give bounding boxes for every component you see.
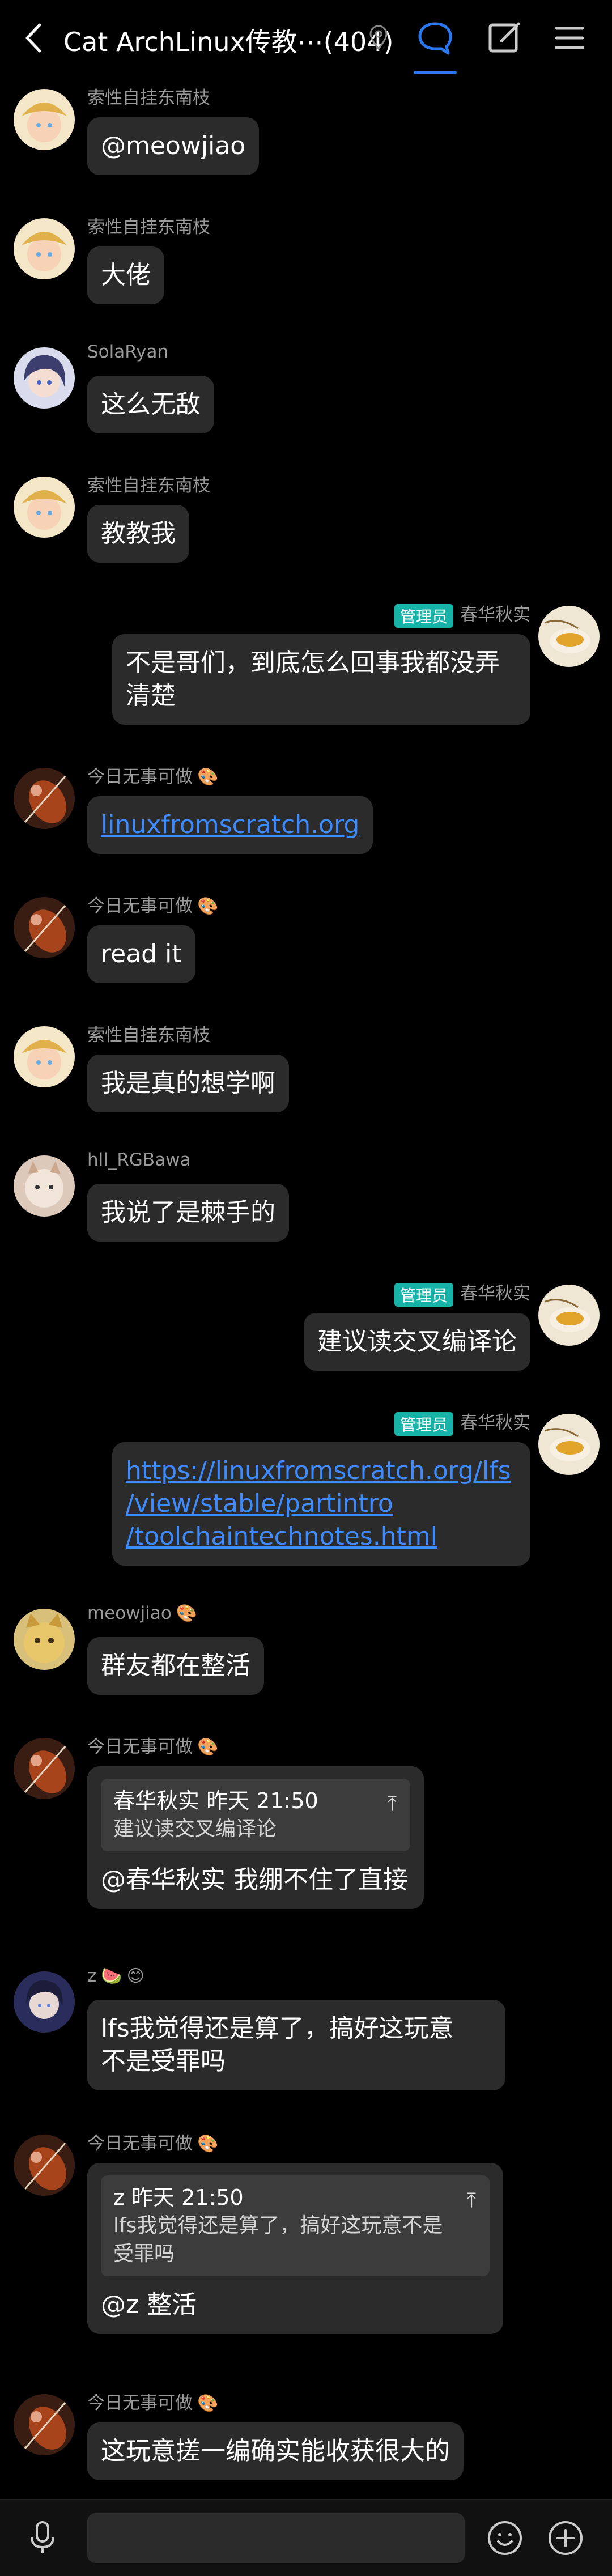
message-link[interactable]: /toolchaintechnotes.html [126,1520,517,1553]
message-link[interactable]: linuxfromscratch.org [101,810,359,839]
avatar[interactable] [14,477,75,538]
message-bubble[interactable]: z 昨天 21:50 lfs我觉得还是算了，搞好这玩意不是 受罪吗 ⤒ @z 整… [87,2163,503,2334]
quoted-message[interactable]: z 昨天 21:50 lfs我觉得还是算了，搞好这玩意不是 受罪吗 ⤒ [101,2175,490,2276]
quote-text: lfs我觉得还是算了，搞好这玩意不是 [113,2214,443,2237]
message-bubble[interactable]: 群友都在整活 [87,1637,264,1695]
quote-text: 受罪吗 [113,2242,175,2265]
menu-icon[interactable] [550,18,589,58]
sticker-icon: 🎨 [197,2394,219,2413]
input-bar [0,2499,612,2576]
message-bubble[interactable]: read it [87,925,196,983]
avatar[interactable] [14,1738,75,1799]
chat-title[interactable]: Cat ArchLinux传教⋯(404) [63,22,393,59]
message-bubble[interactable]: lfs我觉得还是算了，搞好这玩意 不是受罪吗 [87,2000,505,2090]
back-icon[interactable] [17,18,51,58]
sticker-icon: 🎨 [197,896,219,916]
sender-name: 管理员 春华秋实 [394,1408,530,1436]
avatar[interactable] [538,1285,600,1346]
sticker-icon: 🎨 [176,1604,198,1623]
jump-to-message-icon[interactable]: ⤒ [467,2184,476,2217]
sender-name: SolaRyan [87,342,169,362]
message-bubble[interactable]: linuxfromscratch.org [87,796,373,854]
sender-name: 今日无事可做 🎨 [87,767,219,787]
sender-name: z 🍉 😊 [87,1966,144,1986]
admin-badge: 管理员 [394,603,453,628]
plus-icon[interactable] [545,2518,586,2558]
avatar[interactable] [538,606,600,667]
sticker-icon: 😊 [126,1966,144,1986]
sender-name: 管理员 春华秋实 [394,600,530,628]
sender-name: 索性自挂东南枝 [87,217,210,237]
message-bubble[interactable]: @meowjiao [87,117,260,175]
sender-name: meowjiao 🎨 [87,1603,198,1623]
avatar[interactable] [14,89,75,150]
avatar[interactable] [14,2394,75,2455]
quote-text: 建议读交叉编译论 [113,1817,277,1840]
jump-to-message-icon[interactable]: ⤒ [388,1788,397,1821]
message-bubble[interactable]: 春华秋实 昨天 21:50 建议读交叉编译论 ⤒ @春华秋实 我绷不住了直接 [87,1766,424,1909]
message-bubble[interactable]: 我是真的想学啊 [87,1055,289,1112]
reply-text: @春华秋实 我绷不住了直接 [101,1865,408,1894]
emoji-icon[interactable] [484,2518,525,2558]
sender-name: hll_RGBawa [87,1150,191,1170]
sticker-icon: 🎨 [197,2134,219,2154]
admin-badge: 管理员 [394,1282,453,1307]
sender-name: 今日无事可做 🎨 [87,2133,219,2154]
avatar[interactable] [14,1609,75,1670]
quote-header: 春华秋实 昨天 21:50 [113,1788,318,1813]
message-input[interactable] [87,2513,465,2563]
message-link[interactable]: https://linuxfromscratch.org/lfs [126,1455,517,1487]
message-bubble[interactable]: 大佬 [87,246,164,304]
avatar[interactable] [14,347,75,409]
chat-bubble-icon[interactable] [415,18,455,58]
avatar[interactable] [14,218,75,279]
avatar[interactable] [14,768,75,829]
sender-name: 管理员 春华秋实 [394,1279,530,1307]
quoted-message[interactable]: 春华秋实 昨天 21:50 建议读交叉编译论 ⤒ [101,1779,410,1851]
message-bubble[interactable]: 这么无敌 [87,376,214,433]
avatar[interactable] [14,1155,75,1217]
reply-text: @z 整活 [101,2290,197,2319]
message-bubble[interactable]: 我说了是棘手的 [87,1184,289,1242]
sender-name: 今日无事可做 🎨 [87,2393,219,2413]
message-bubble[interactable]: 不是哥们，到底怎么回事我都没弄 清楚 [112,634,530,725]
avatar[interactable] [14,1971,75,2033]
message-bubble[interactable]: 建议读交叉编译论 [304,1313,530,1371]
message-bubble[interactable]: https://linuxfromscratch.org/lfs /view/s… [112,1442,530,1566]
edit-icon[interactable] [484,18,524,58]
avatar[interactable] [538,1414,600,1475]
avatar[interactable] [14,2135,75,2196]
sender-name: 索性自挂东南枝 [87,88,210,108]
sticker-icon: 🎨 [197,767,219,787]
sender-name: 索性自挂东南枝 [87,475,210,496]
microphone-icon[interactable] [23,2518,62,2557]
chat-header: Cat ArchLinux传教⋯(404) [0,0,612,76]
message-link[interactable]: /view/stable/partintro [126,1487,517,1520]
sender-name: 今日无事可做 🎨 [87,896,219,916]
admin-badge: 管理员 [394,1412,453,1436]
sender-name: 今日无事可做 🎨 [87,1737,219,1757]
quote-header: z 昨天 21:50 [113,2185,244,2210]
sticker-icon: 🎨 [197,1737,219,1757]
sticker-icon: 🍉 [101,1966,122,1986]
avatar[interactable] [14,897,75,958]
active-tab-indicator [414,71,457,74]
sender-name: 索性自挂东南枝 [87,1025,210,1045]
avatar[interactable] [14,1026,75,1087]
location-pin-icon [369,25,388,50]
message-bubble[interactable]: 这玩意搓一编确实能收获很大的 [87,2422,464,2480]
message-bubble[interactable]: 教教我 [87,505,189,563]
